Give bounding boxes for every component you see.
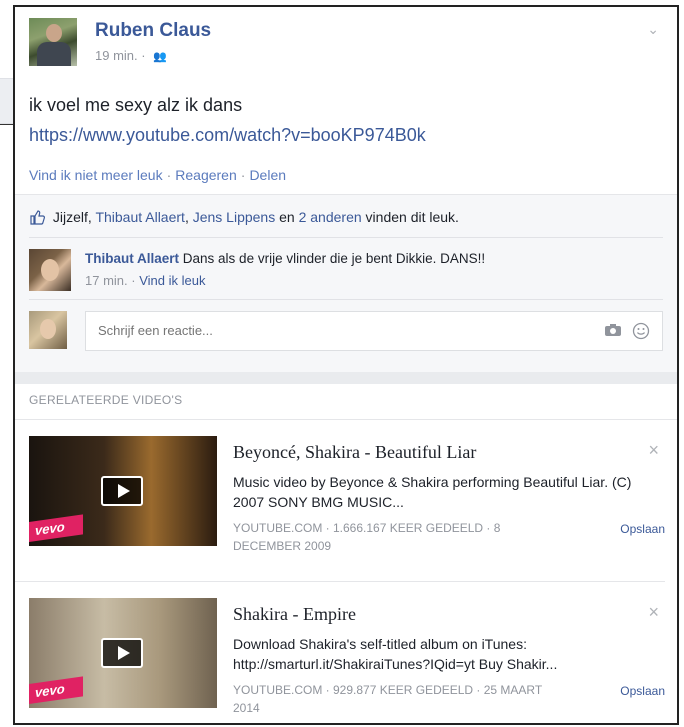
video-source: YOUTUBE.COM · 1.666.167 KEER GEDEELD · 8… [233, 521, 501, 553]
comment-body: Thibaut Allaert Dans als de vrije vlinde… [85, 251, 485, 266]
video-description: Music video by Beyonce & Shakira perform… [233, 474, 632, 510]
related-video[interactable]: vevo Shakira - Empire Download Shakira's… [29, 582, 665, 715]
background-page-strip [0, 78, 14, 124]
post-link[interactable]: https://www.youtube.com/watch?v=booKP974… [29, 125, 426, 146]
post-time[interactable]: 19 min. · [95, 48, 146, 63]
save-button[interactable]: Opslaan [620, 522, 665, 536]
video-title[interactable]: Shakira - Empire [233, 604, 356, 625]
author-avatar[interactable] [29, 18, 77, 66]
separator: · [166, 167, 172, 183]
related-videos-title: GERELATEERDE VIDEO'S [29, 393, 183, 407]
likes-sep: , [184, 209, 189, 225]
emoji-icon[interactable] [632, 322, 650, 340]
section-separator [15, 372, 677, 384]
post-actions: Vind ik niet meer leuk · Reageren · Delen [29, 167, 286, 183]
comment-link[interactable]: Reageren [175, 167, 237, 183]
reply-input[interactable] [96, 322, 570, 339]
video-thumbnail[interactable]: vevo [29, 598, 217, 708]
related-video[interactable]: vevo Beyoncé, Shakira - Beautiful Liar M… [29, 420, 665, 553]
play-icon[interactable] [101, 476, 143, 506]
friends-icon[interactable]: 👥 [153, 50, 167, 63]
video-title[interactable]: Beyoncé, Shakira - Beautiful Liar [233, 442, 476, 463]
likes-others-link[interactable]: 2 anderen [299, 209, 362, 225]
commenter-avatar[interactable] [29, 249, 71, 291]
comment-text: Dans als de vrije vlinder die je bent Di… [182, 251, 486, 266]
liker-thibaut[interactable]: Thibaut Allaert [95, 209, 185, 225]
post-text: ik voel me sexy alz ik dans [29, 95, 243, 115]
reply-box[interactable] [85, 311, 663, 351]
post-meta: 19 min. · 👥 [95, 48, 167, 63]
likes-and: en [279, 209, 295, 225]
likes-summary: Jijzelf, Thibaut Allaert, Jens Lippens e… [29, 209, 459, 225]
viewer-avatar [29, 311, 67, 349]
comment-meta: 17 min. · Vind ik leuk [85, 273, 205, 288]
play-icon[interactable] [101, 638, 143, 668]
liker-jens[interactable]: Jens Lippens [193, 209, 276, 225]
comment-like-link[interactable]: Vind ik leuk [139, 273, 205, 288]
thumbs-up-icon [30, 210, 45, 225]
video-description: Download Shakira's self-titled album on … [233, 636, 558, 672]
unlike-link[interactable]: Vind ik niet meer leuk [29, 167, 163, 183]
comment-time[interactable]: 17 min. · [85, 273, 136, 288]
separator: · [240, 167, 246, 183]
divider [29, 299, 663, 300]
likes-suffix: vinden dit leuk. [365, 209, 459, 225]
likes-prefix: Jijzelf, [52, 209, 92, 225]
commenter-name[interactable]: Thibaut Allaert [85, 251, 179, 266]
camera-icon[interactable] [604, 323, 622, 337]
vevo-badge: vevo [29, 676, 83, 704]
author-name[interactable]: Ruben Claus [95, 20, 211, 42]
video-source: YOUTUBE.COM · 929.877 KEER GEDEELD · 25 … [233, 683, 542, 715]
save-button[interactable]: Opslaan [620, 684, 665, 698]
divider [29, 237, 663, 238]
video-thumbnail[interactable]: vevo [29, 436, 217, 546]
post-card: Ruben Claus 19 min. · 👥 ⌄ ik voel me sex… [13, 5, 679, 725]
close-icon[interactable]: × [648, 602, 659, 623]
feedback-section: Jijzelf, Thibaut Allaert, Jens Lippens e… [15, 194, 677, 373]
share-link[interactable]: Delen [249, 167, 286, 183]
background-divider [0, 124, 14, 125]
chevron-down-icon[interactable]: ⌄ [647, 21, 659, 38]
vevo-badge: vevo [29, 514, 83, 542]
close-icon[interactable]: × [648, 440, 659, 461]
